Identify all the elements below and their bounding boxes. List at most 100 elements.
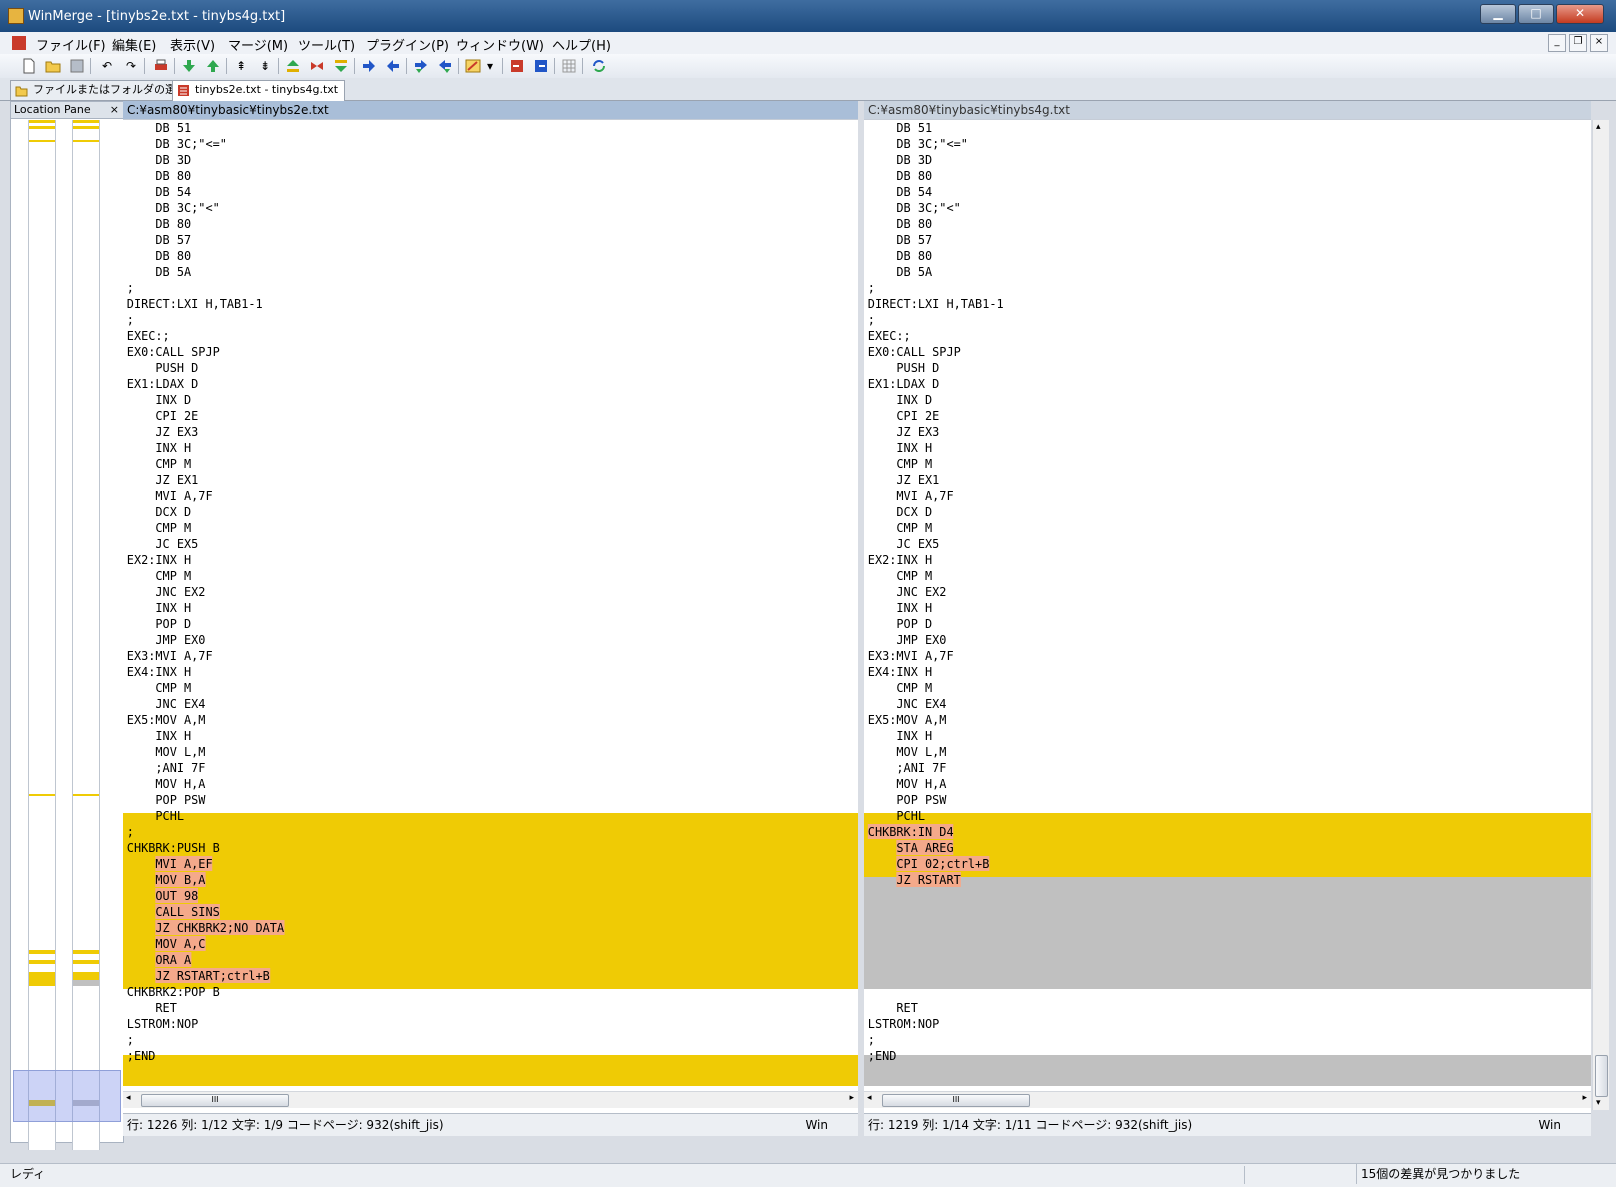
save-icon[interactable] <box>68 57 86 75</box>
code-line[interactable]: STA AREG <box>864 840 1555 856</box>
code-line[interactable] <box>864 952 1555 968</box>
right-code-view[interactable]: DB 51 DB 3C;"<=" DB 3D DB 80 DB 54 DB 3C… <box>864 120 1591 1086</box>
code-line[interactable]: DB 80 <box>864 248 1555 264</box>
code-line[interactable]: JZ RSTART;ctrl+B <box>123 968 821 984</box>
first-diff-icon[interactable]: ⇞ <box>232 57 250 75</box>
code-line[interactable]: CPI 2E <box>123 408 821 424</box>
right-horizontal-scrollbar[interactable]: ◂ III ▸ <box>864 1091 1591 1108</box>
code-line[interactable]: CPI 2E <box>864 408 1555 424</box>
code-line[interactable]: EX3:MVI A,7F <box>123 648 821 664</box>
code-line[interactable]: CMP M <box>864 568 1555 584</box>
scroll-down-arrow-icon[interactable]: ▾ <box>1596 1098 1601 1108</box>
code-line[interactable]: PUSH D <box>123 360 821 376</box>
prev-diff-icon[interactable] <box>204 57 222 75</box>
code-line[interactable]: MOV H,A <box>864 776 1555 792</box>
location-pane[interactable]: Location Pane × <box>10 101 124 1150</box>
code-line[interactable] <box>864 984 1555 1000</box>
code-line[interactable]: EX0:CALL SPJP <box>864 344 1555 360</box>
undo-icon[interactable]: ↶ <box>98 57 116 75</box>
refresh-icon[interactable] <box>590 57 608 75</box>
code-line[interactable]: CMP M <box>864 456 1555 472</box>
scroll-right-arrow-icon[interactable]: ▸ <box>1582 1093 1587 1103</box>
code-line[interactable]: POP D <box>864 616 1555 632</box>
code-line[interactable]: ; <box>864 280 1555 296</box>
document-icon[interactable] <box>12 36 26 50</box>
code-line[interactable]: ; <box>123 824 821 840</box>
code-line[interactable]: ;ANI 7F <box>864 760 1555 776</box>
left-code-view[interactable]: DB 51 DB 3C;"<=" DB 3D DB 80 DB 54 DB 3C… <box>123 120 858 1086</box>
code-line[interactable]: DB 80 <box>864 168 1555 184</box>
vscroll-thumb[interactable] <box>1595 1055 1608 1097</box>
code-line[interactable]: DB 3C;"<" <box>123 200 821 216</box>
code-line[interactable]: INX H <box>123 600 821 616</box>
new-icon[interactable] <box>20 57 38 75</box>
code-line[interactable]: CHKBRK:PUSH B <box>123 840 821 856</box>
code-line[interactable]: POP PSW <box>123 792 821 808</box>
options-dropdown-chevron-down-icon[interactable]: ▾ <box>484 57 496 75</box>
code-line[interactable]: DB 51 <box>864 120 1555 136</box>
code-line[interactable]: JMP EX0 <box>123 632 821 648</box>
copy-left-advance-icon[interactable] <box>436 57 454 75</box>
code-line[interactable]: DB 54 <box>864 184 1555 200</box>
current-diff-icon[interactable] <box>308 57 326 75</box>
redo-icon[interactable]: ↷ <box>122 57 140 75</box>
code-line[interactable]: EXEC:; <box>123 328 821 344</box>
code-line[interactable]: DB 3C;"<=" <box>123 136 821 152</box>
code-line[interactable]: INX D <box>123 392 821 408</box>
code-line[interactable]: ORA A <box>123 952 821 968</box>
code-line[interactable]: MOV L,M <box>864 744 1555 760</box>
code-line[interactable]: DB 80 <box>123 216 821 232</box>
scroll-left-arrow-icon[interactable]: ◂ <box>867 1093 872 1103</box>
code-line[interactable] <box>864 920 1555 936</box>
code-line[interactable]: CMP M <box>123 680 821 696</box>
code-line[interactable]: ;ANI 7F <box>123 760 821 776</box>
code-line[interactable]: ; <box>123 280 821 296</box>
close-button[interactable]: ✕ <box>1556 4 1604 24</box>
code-line[interactable]: ;END <box>123 1048 821 1064</box>
code-line[interactable]: JZ EX3 <box>864 424 1555 440</box>
code-line[interactable]: PCHL <box>864 808 1555 824</box>
code-line[interactable]: INX D <box>864 392 1555 408</box>
code-line[interactable]: CMP M <box>864 520 1555 536</box>
code-line[interactable]: CMP M <box>864 680 1555 696</box>
scroll-right-arrow-icon[interactable]: ▸ <box>849 1093 854 1103</box>
code-line[interactable]: JC EX5 <box>123 536 821 552</box>
copy-right-icon[interactable] <box>360 57 378 75</box>
copy-right-advance-icon[interactable] <box>412 57 430 75</box>
scroll-up-arrow-icon[interactable]: ▴ <box>1596 122 1601 132</box>
code-line[interactable]: DB 3C;"<" <box>864 200 1555 216</box>
last-diff-icon[interactable]: ⇟ <box>256 57 274 75</box>
open-icon[interactable] <box>44 57 62 75</box>
code-line[interactable] <box>864 904 1555 920</box>
code-line[interactable]: CALL SINS <box>123 904 821 920</box>
code-line[interactable]: EX5:MOV A,M <box>123 712 821 728</box>
code-line[interactable]: INX H <box>123 440 821 456</box>
code-line[interactable]: RET <box>864 1000 1555 1016</box>
code-line[interactable]: EX2:INX H <box>123 552 821 568</box>
code-line[interactable]: EX3:MVI A,7F <box>864 648 1555 664</box>
code-line[interactable]: INX H <box>123 728 821 744</box>
scroll-left-arrow-icon[interactable]: ◂ <box>126 1093 131 1103</box>
code-line[interactable]: MVI A,7F <box>864 488 1555 504</box>
mdi-minimize-button[interactable]: _ <box>1548 34 1566 52</box>
maximize-button[interactable]: □ <box>1518 4 1554 24</box>
minimize-button[interactable]: ▁ <box>1480 4 1516 24</box>
code-line[interactable]: MOV B,A <box>123 872 821 888</box>
code-line[interactable]: DCX D <box>864 504 1555 520</box>
code-line[interactable]: DB 5A <box>864 264 1555 280</box>
menu-view[interactable]: 表示(V) <box>170 35 215 54</box>
code-line[interactable]: JC EX5 <box>864 536 1555 552</box>
code-line[interactable]: EX2:INX H <box>864 552 1555 568</box>
last-diff-green-icon[interactable] <box>332 57 350 75</box>
code-line[interactable]: EX1:LDAX D <box>123 376 821 392</box>
copy-left-icon[interactable] <box>384 57 402 75</box>
code-line[interactable]: JZ CHKBRK2;NO DATA <box>123 920 821 936</box>
code-line[interactable]: DB 57 <box>864 232 1555 248</box>
code-line[interactable] <box>864 936 1555 952</box>
code-line[interactable]: CHKBRK:IN D4 <box>864 824 1555 840</box>
open-right-icon[interactable] <box>532 57 550 75</box>
code-line[interactable]: JNC EX4 <box>123 696 821 712</box>
code-line[interactable]: DB 5A <box>123 264 821 280</box>
left-horizontal-scrollbar[interactable]: ◂ III ▸ <box>123 1091 858 1108</box>
code-line[interactable]: JNC EX2 <box>864 584 1555 600</box>
